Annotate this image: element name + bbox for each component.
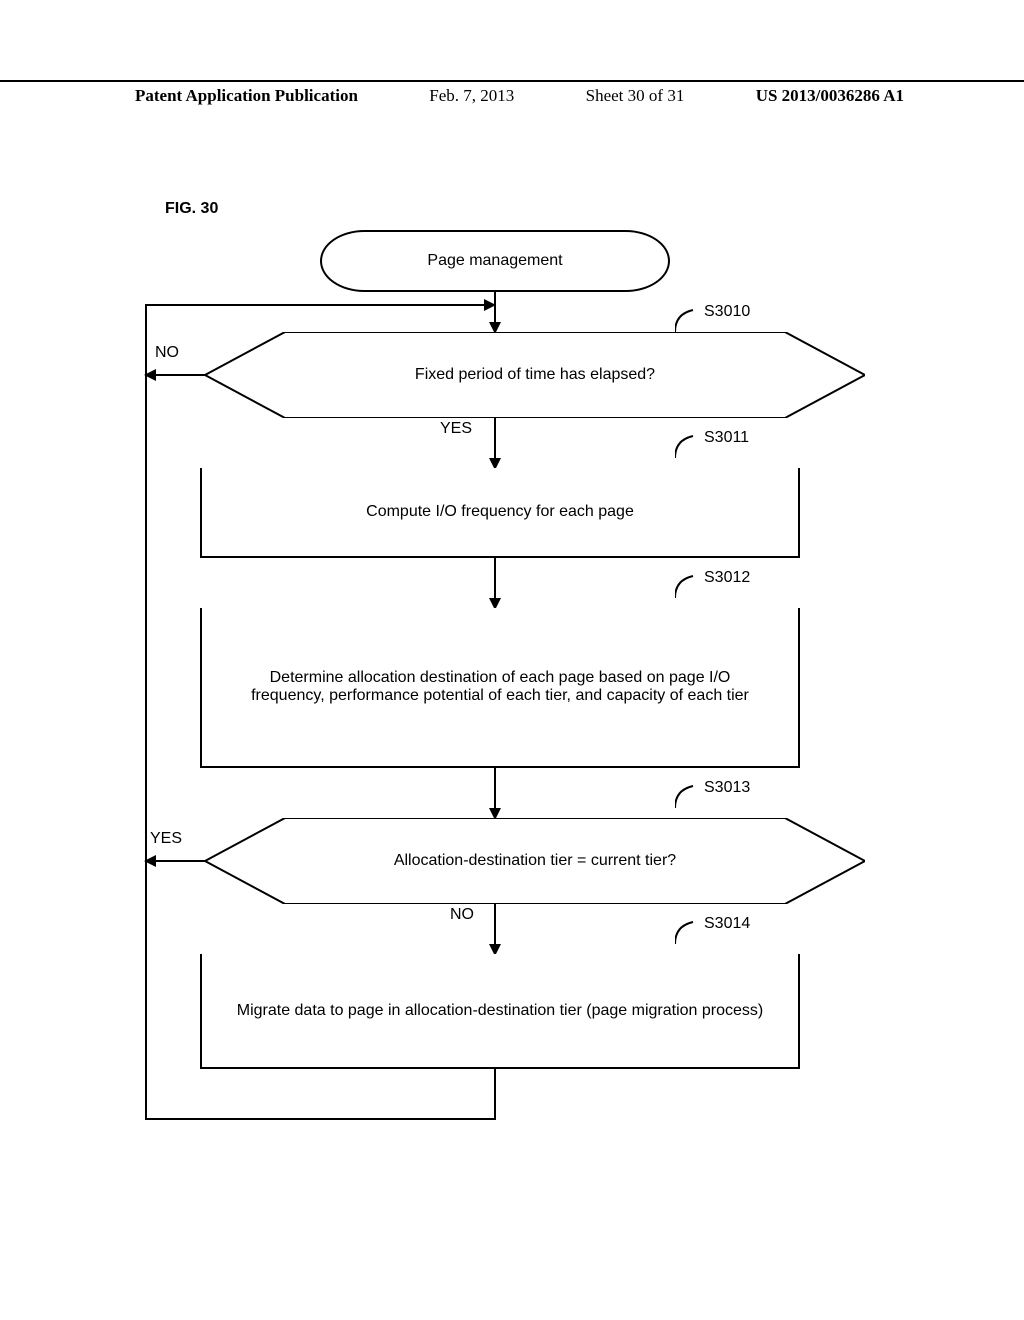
step-label-s3014: S3014 [704, 915, 750, 933]
branch-label-yes: YES [150, 830, 182, 848]
step-label-s3011: S3011 [704, 429, 749, 447]
arrowhead-icon [484, 299, 496, 311]
terminator-text: Page management [427, 252, 562, 270]
branch-label-yes: YES [440, 420, 472, 438]
connector-line [145, 304, 147, 1120]
decision-s3010: Fixed period of time has elapsed? [205, 332, 865, 418]
date-label: Feb. 7, 2013 [429, 86, 514, 106]
terminator-start: Page management [320, 230, 670, 292]
decision-text: Allocation-destination tier = current ti… [205, 852, 865, 870]
connector-line [494, 904, 496, 948]
connector-line [494, 1069, 496, 1119]
process-s3014: Migrate data to page in allocation-desti… [200, 954, 800, 1069]
process-text: Compute I/O frequency for each page [366, 503, 634, 521]
step-label-curve [675, 920, 699, 949]
connector-line [145, 304, 496, 306]
connector-line [494, 418, 496, 462]
connector-line [494, 558, 496, 602]
process-text: Determine allocation destination of each… [232, 669, 768, 705]
branch-label-no: NO [155, 344, 179, 362]
publication-label: Patent Application Publication [135, 86, 358, 106]
step-label-curve [675, 434, 699, 463]
header-row: Patent Application Publication Feb. 7, 2… [0, 86, 1024, 106]
page-header: Patent Application Publication Feb. 7, 2… [0, 80, 1024, 106]
flowchart: Page management S3010 Fixed period of ti… [130, 230, 900, 1170]
pubnum-label: US 2013/0036286 A1 [756, 86, 904, 106]
branch-label-no: NO [450, 906, 474, 924]
decision-text: Fixed period of time has elapsed? [205, 366, 865, 384]
decision-s3013: Allocation-destination tier = current ti… [205, 818, 865, 904]
step-label-s3010: S3010 [704, 303, 750, 321]
process-text: Migrate data to page in allocation-desti… [237, 1002, 764, 1020]
connector-line [145, 1118, 496, 1120]
step-label-s3013: S3013 [704, 779, 750, 797]
figure-label: FIG. 30 [165, 200, 218, 218]
step-label-curve [675, 574, 699, 603]
process-s3012: Determine allocation destination of each… [200, 608, 800, 768]
step-label-s3012: S3012 [704, 569, 750, 587]
step-label-curve [675, 784, 699, 813]
sheet-label: Sheet 30 of 31 [586, 86, 685, 106]
connector-line [494, 768, 496, 812]
process-s3011: Compute I/O frequency for each page [200, 468, 800, 558]
